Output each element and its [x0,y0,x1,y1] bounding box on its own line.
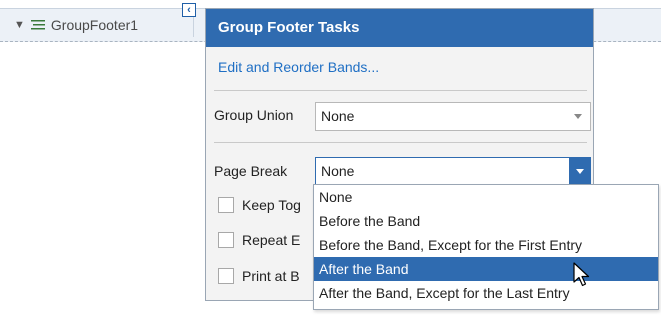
option-before-band[interactable]: Before the Band [314,209,658,233]
repeat-every-page-checkbox[interactable] [218,232,234,248]
collapse-triangle-icon[interactable]: ▼ [14,19,25,31]
group-union-combo[interactable]: None [315,102,591,131]
page-break-dropdown-list[interactable]: None Before the Band Before the Band, Ex… [313,184,659,310]
band-header[interactable]: ▼ GroupFooter1 [14,15,138,35]
repeat-every-page-row[interactable]: Repeat E [218,232,300,248]
band-lines-icon [30,20,45,30]
print-at-bottom-row[interactable]: Print at B [218,268,300,284]
option-none[interactable]: None [314,185,658,209]
page-break-combo[interactable]: None [315,157,591,186]
page-break-label: Page Break [214,163,288,179]
keep-together-row[interactable]: Keep Tog [218,197,301,213]
option-before-band-except-first[interactable]: Before the Band, Except for the First En… [314,233,658,257]
page-break-value: None [321,163,355,179]
print-at-bottom-checkbox[interactable] [218,268,234,284]
group-union-value: None [321,108,355,124]
panel-title: Group Footer Tasks [206,9,593,47]
smart-tag-icon[interactable]: ‹ [182,3,196,17]
mouse-pointer-icon [573,262,590,287]
group-union-label: Group Union [214,107,294,123]
divider [214,90,587,91]
keep-together-checkbox[interactable] [218,197,234,213]
edit-reorder-bands-link[interactable]: Edit and Reorder Bands... [218,59,379,75]
dropdown-button-icon[interactable] [569,157,591,186]
option-after-band[interactable]: After the Band [314,257,658,281]
divider [214,142,587,143]
option-after-band-except-last[interactable]: After the Band, Except for the Last Entr… [314,281,658,305]
chevron-down-icon[interactable] [574,114,582,119]
print-at-bottom-label: Print at B [242,268,300,284]
keep-together-label: Keep Tog [242,197,301,213]
repeat-every-page-label: Repeat E [242,232,301,248]
band-name: GroupFooter1 [50,17,139,33]
